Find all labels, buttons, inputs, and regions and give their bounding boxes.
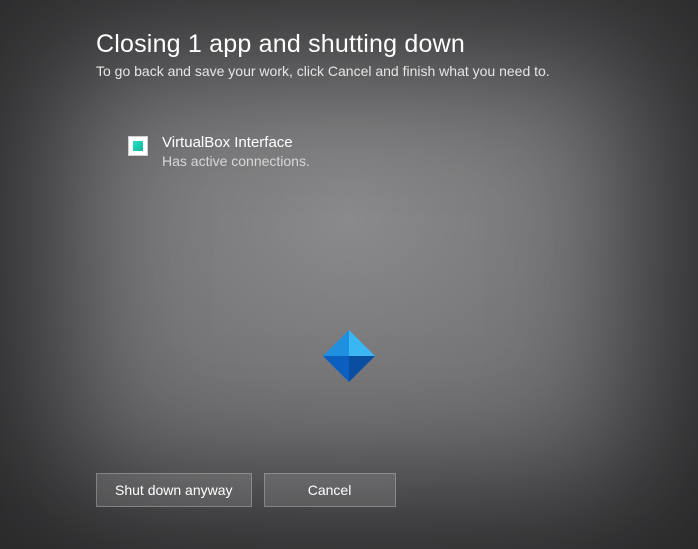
shutdown-anyway-button[interactable]: Shut down anyway: [96, 473, 252, 507]
app-text: VirtualBox Interface Has active connecti…: [162, 134, 310, 169]
app-status: Has active connections.: [162, 153, 310, 169]
vignette-overlay: [0, 0, 698, 549]
virtualbox-icon: [128, 136, 148, 156]
windows-logo-icon: [323, 330, 375, 382]
page-title: Closing 1 app and shutting down: [96, 30, 658, 59]
action-buttons: Shut down anyway Cancel: [96, 473, 396, 507]
blocking-app-item: VirtualBox Interface Has active connecti…: [128, 134, 310, 169]
cancel-button[interactable]: Cancel: [264, 473, 396, 507]
header: Closing 1 app and shutting down To go ba…: [96, 30, 658, 79]
virtualbox-icon-inner: [133, 141, 143, 151]
page-subtitle: To go back and save your work, click Can…: [96, 63, 658, 79]
app-name: VirtualBox Interface: [162, 134, 310, 151]
